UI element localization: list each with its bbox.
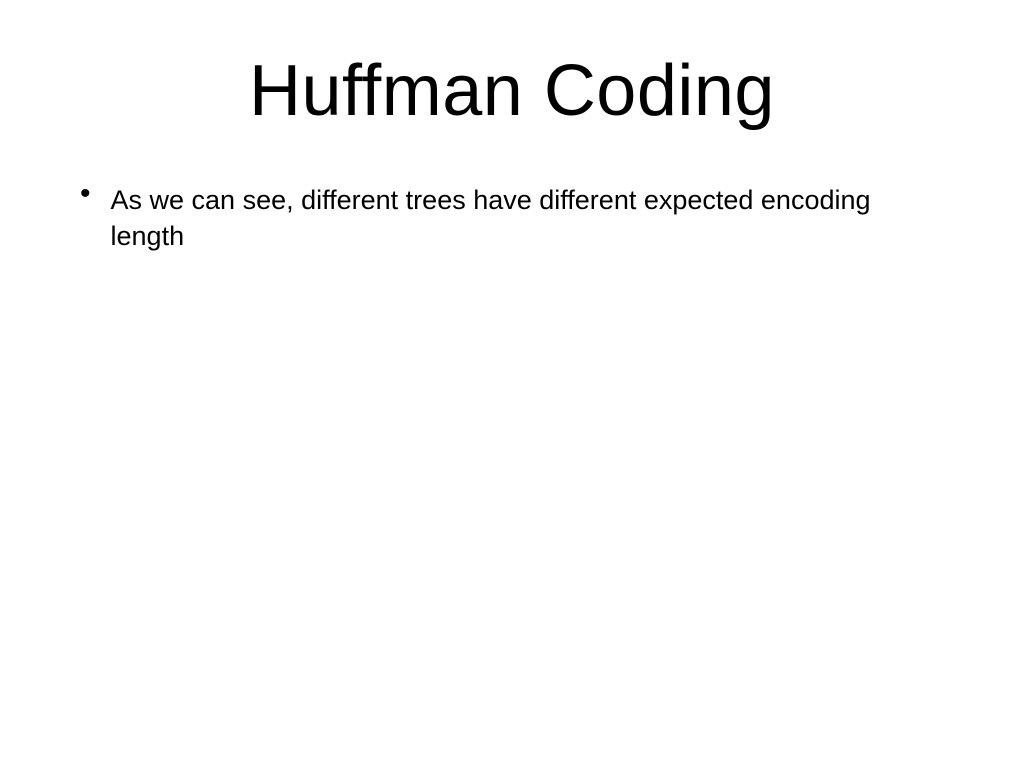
bullet-marker-icon: • [80,184,91,204]
slide-container: Huffman Coding • As we can see, differen… [0,0,1024,768]
bullet-text: As we can see, different trees have diff… [111,182,931,255]
bullet-item: • As we can see, different trees have di… [80,182,964,255]
slide-title: Huffman Coding [60,50,964,132]
slide-content: • As we can see, different trees have di… [60,182,964,255]
